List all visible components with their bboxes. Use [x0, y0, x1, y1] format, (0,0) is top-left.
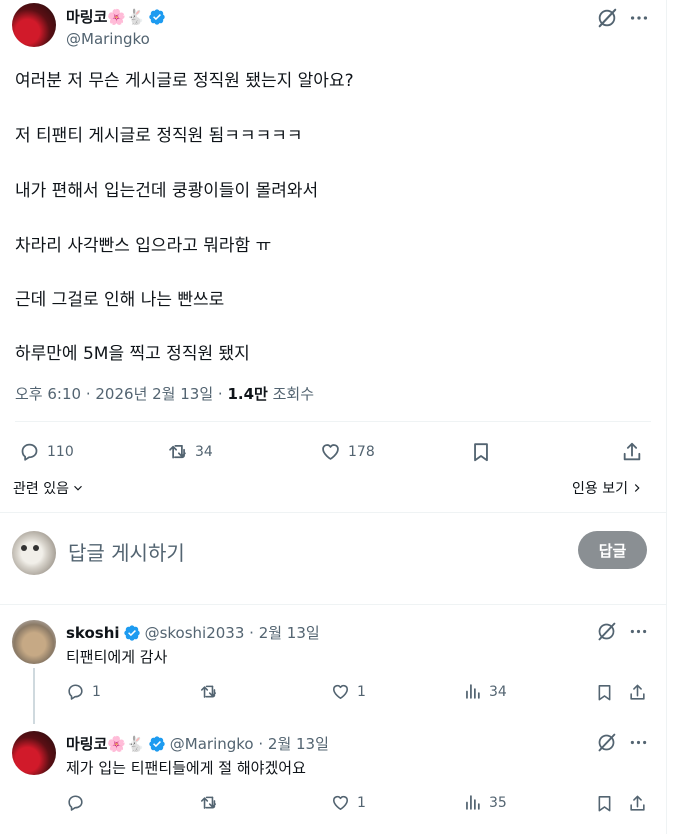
views-count: 34 [489, 683, 507, 700]
repost-icon [169, 444, 186, 459]
reply-count: 1 [92, 683, 101, 700]
reply-avatar[interactable] [12, 620, 56, 664]
reply-author-handle[interactable]: @Maringko [170, 735, 254, 753]
quotes-label: 인용 보기 [572, 481, 628, 497]
thread-connector [33, 668, 35, 724]
bookmark-icon[interactable] [595, 683, 614, 702]
divider [15, 421, 651, 422]
like-button[interactable]: 1 [331, 793, 366, 812]
reply-icon [21, 443, 38, 461]
more-icon[interactable] [628, 732, 649, 753]
submit-reply-button[interactable]: 답글 [578, 531, 647, 569]
repost-icon [200, 685, 217, 698]
reply-author-name[interactable]: 마링코 [66, 733, 107, 754]
verified-icon [149, 8, 165, 25]
related-label: 관련 있음 [13, 481, 69, 497]
reply-date[interactable]: 2월 13일 [259, 622, 320, 643]
chevron-down-icon [74, 485, 82, 491]
view-quotes-link[interactable]: 인용 보기 [572, 478, 644, 498]
views-count: 1.4만 [227, 385, 268, 403]
post-time[interactable]: 오후 6:10 [15, 385, 81, 403]
reply-header: skoshi @skoshi2033 · 2월 13일 [66, 622, 320, 643]
like-icon [332, 684, 349, 700]
reply-text: 티팬티에게 감사 [66, 648, 168, 666]
reply-count: 110 [47, 443, 74, 460]
reply-date[interactable]: 2월 13일 [268, 733, 329, 754]
divider [0, 604, 666, 605]
views-button[interactable]: 35 [463, 793, 507, 812]
like-count: 178 [348, 443, 375, 460]
repost-button[interactable] [199, 793, 225, 812]
views-count: 35 [489, 794, 507, 811]
share-icon[interactable] [628, 794, 647, 813]
views-button[interactable]: 34 [463, 682, 507, 701]
reply-button[interactable]: 110 [19, 441, 74, 462]
post-text-line: 저 티팬티 게시글로 정직원 됨ㅋㅋㅋㅋㅋ [15, 126, 303, 146]
like-icon [332, 795, 349, 811]
more-icon[interactable] [628, 621, 649, 642]
grok-icon[interactable] [596, 7, 618, 29]
views-icon [466, 684, 480, 699]
bookmark-icon[interactable] [470, 441, 492, 463]
post-meta: 오후 6:10 · 2026년 2월 13일 · 1.4만 조회수 [15, 383, 314, 404]
like-button[interactable]: 178 [320, 441, 375, 462]
author-avatar[interactable] [12, 3, 56, 47]
related-toggle[interactable]: 관련 있음 [13, 478, 85, 498]
repost-button[interactable]: 34 [167, 441, 213, 462]
like-count: 1 [357, 683, 366, 700]
meta-separator: · [244, 623, 259, 642]
repost-count: 34 [195, 443, 213, 460]
reply-text: 제가 입는 티팬티들에게 절 해야겠어요 [66, 759, 306, 777]
reply-icon [68, 795, 83, 811]
reply-input[interactable]: 답글 게시하기 [68, 537, 185, 566]
more-icon[interactable] [628, 7, 650, 29]
divider [0, 512, 666, 513]
my-avatar[interactable] [12, 531, 56, 575]
repost-icon [200, 796, 217, 809]
reply-icon [68, 684, 83, 700]
author-handle[interactable]: @Maringko [66, 30, 150, 48]
author-emojis: 🌸🐇 [107, 734, 145, 753]
share-icon[interactable] [621, 441, 643, 463]
post-date[interactable]: 2026년 2월 13일 [95, 385, 213, 403]
post-text-line: 여러분 저 무슨 게시글로 정직원 됐는지 알아요? [15, 71, 354, 91]
bookmark-icon[interactable] [595, 794, 614, 813]
reply-button[interactable]: 1 [66, 682, 101, 701]
post-text-line: 차라리 사각빤스 입으라고 뭐라함 ㅠ [15, 236, 272, 256]
post-text-line: 내가 편해서 입는건데 쿵쾅이들이 몰려와서 [15, 181, 319, 201]
reply-button[interactable] [66, 793, 92, 812]
reply-author-handle[interactable]: @skoshi2033 [145, 624, 245, 642]
column-border [666, 0, 667, 834]
grok-icon[interactable] [596, 621, 617, 642]
author-name-row[interactable]: 마링코 🌸🐇 [66, 6, 166, 27]
author-name[interactable]: 마링코 [66, 6, 107, 27]
post-text-line: 하루만에 5M을 찍고 정직원 됐지 [15, 344, 250, 364]
meta-separator: · [253, 734, 268, 753]
grok-icon[interactable] [596, 732, 617, 753]
views-icon [466, 795, 480, 810]
repost-button[interactable] [199, 682, 225, 701]
like-count: 1 [357, 794, 366, 811]
like-icon [322, 444, 339, 460]
post-text-line: 근데 그걸로 인해 나는 빤쓰로 [15, 290, 225, 310]
author-emojis: 🌸🐇 [107, 7, 145, 26]
reply-avatar[interactable] [12, 731, 56, 775]
reply-header: 마링코 🌸🐇 @Maringko · 2월 13일 [66, 733, 329, 754]
meta-separator: · [85, 385, 96, 403]
verified-icon [149, 735, 165, 752]
chevron-right-icon [634, 484, 640, 492]
verified-icon [123, 624, 140, 641]
views-label: 조회수 [272, 385, 315, 403]
like-button[interactable]: 1 [331, 682, 366, 701]
share-icon[interactable] [628, 683, 647, 702]
reply-author-name[interactable]: skoshi [66, 624, 120, 642]
